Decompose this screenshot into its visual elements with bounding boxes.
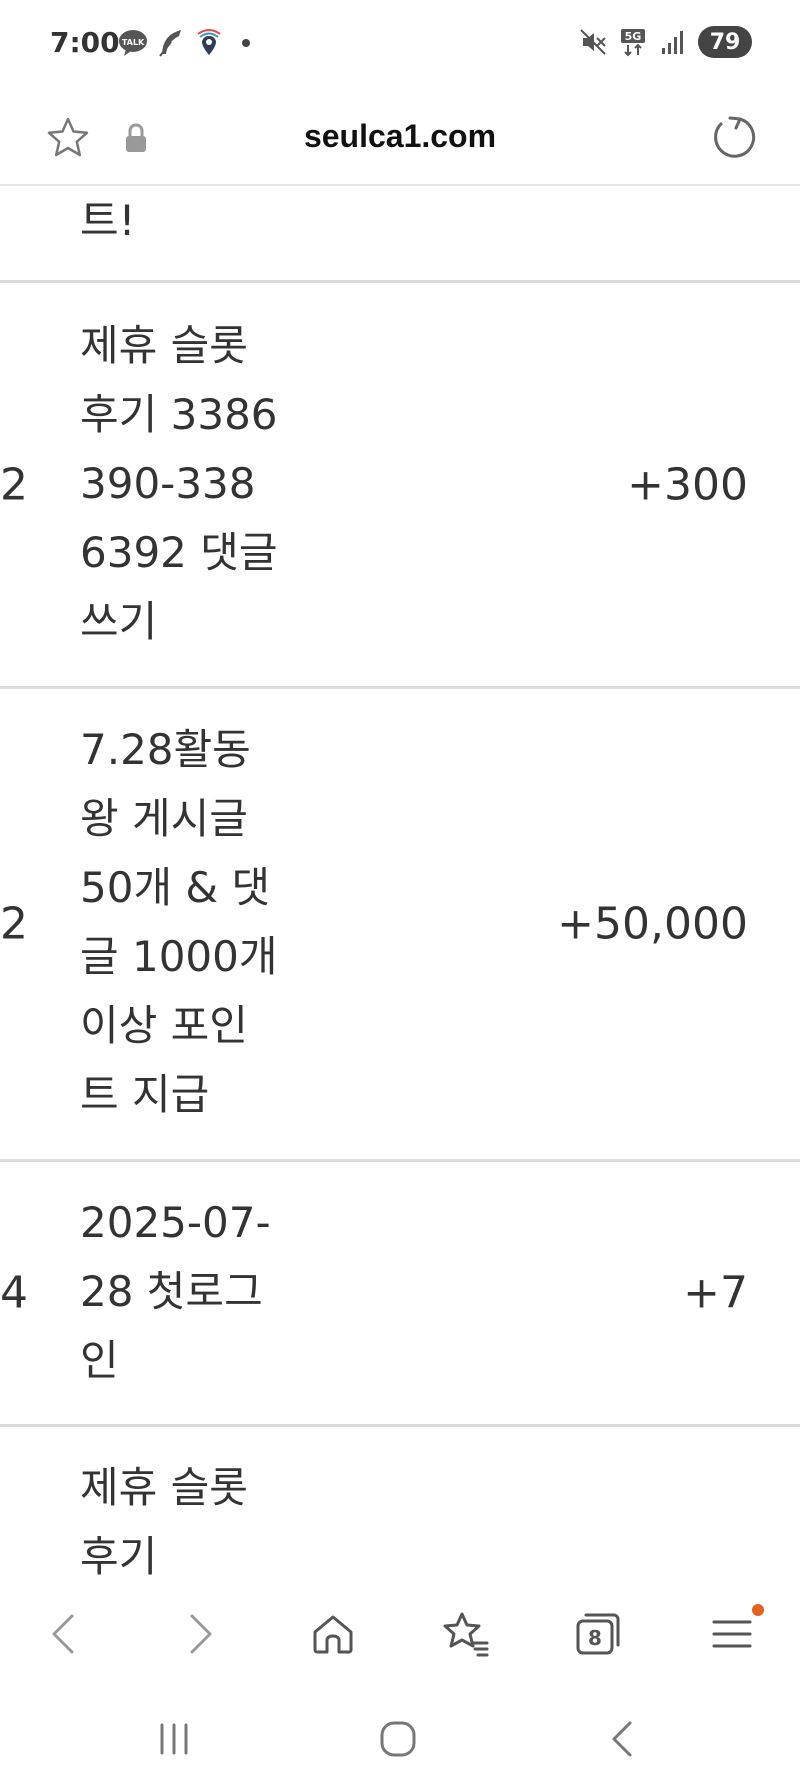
home-icon[interactable] (301, 1602, 365, 1666)
mute-icon (578, 27, 608, 57)
signal-icon (658, 27, 688, 57)
table-row: 2 7.28활동왕 게시글 50개 & 댓글 1000개 이상 포인트 지급 +… (0, 689, 800, 1162)
system-navigation-bar (0, 1692, 800, 1784)
row-number: 2 (0, 898, 28, 950)
row-description: 제휴 슬롯 후기 3386390-3386392 댓글쓰기 (80, 321, 278, 646)
system-status-icons: 5G 79 (578, 26, 752, 58)
menu-icon[interactable] (700, 1602, 764, 1666)
recent-apps-icon[interactable] (144, 1714, 204, 1764)
svg-text:TALK: TALK (122, 38, 145, 47)
row-description: 제휴 슬롯 후기 (80, 1463, 248, 1576)
talk-icon: TALK (118, 28, 148, 58)
tabs-icon[interactable]: 8 (566, 1602, 630, 1666)
row-number: 2 (0, 459, 28, 510)
notification-icons: TALK (118, 28, 250, 58)
row-description: 7.28활동왕 게시글 50개 & 댓글 1000개 이상 포인트 지급 (80, 725, 278, 1119)
more-notifications-dot (242, 39, 250, 47)
battery-indicator: 79 (698, 26, 752, 58)
table-row: 제휴 슬롯 후기 (0, 1427, 800, 1576)
reload-icon[interactable] (708, 112, 760, 164)
menu-notification-dot (752, 1604, 764, 1616)
address-bar: seulca1.com (0, 92, 800, 186)
row-points: +50,000 (557, 898, 748, 950)
feather-icon (156, 28, 186, 58)
table-row: 2 제휴 슬롯 후기 3386390-3386392 댓글쓰기 +300 (0, 283, 800, 689)
5g-label: 5G (625, 30, 642, 43)
row-points: +300 (627, 459, 748, 510)
home-circle-icon[interactable] (368, 1714, 428, 1764)
row-points: +7 (683, 1267, 748, 1319)
table-row: 4 2025-07-28 첫로그인 +7 (0, 1162, 800, 1427)
bookmarks-icon[interactable] (434, 1602, 498, 1666)
table-row: 트! (0, 186, 800, 283)
5g-icon: 5G (618, 27, 648, 57)
row-description: 트! (80, 196, 136, 245)
tab-count: 8 (588, 1626, 602, 1650)
system-back-icon[interactable] (592, 1714, 652, 1764)
map-pin-icon (194, 28, 224, 58)
status-bar: 7:00 TALK 5G 79 (0, 0, 800, 92)
browser-toolbar: 8 (0, 1576, 800, 1692)
url-text[interactable]: seulca1.com (0, 118, 800, 155)
back-icon[interactable] (32, 1602, 96, 1666)
row-description: 2025-07-28 첫로그인 (80, 1198, 271, 1385)
points-history-list: 트! 2 제휴 슬롯 후기 3386390-3386392 댓글쓰기 +300 … (0, 186, 800, 1576)
forward-icon[interactable] (168, 1602, 232, 1666)
row-number: 4 (0, 1267, 28, 1319)
status-time: 7:00 (50, 26, 120, 59)
